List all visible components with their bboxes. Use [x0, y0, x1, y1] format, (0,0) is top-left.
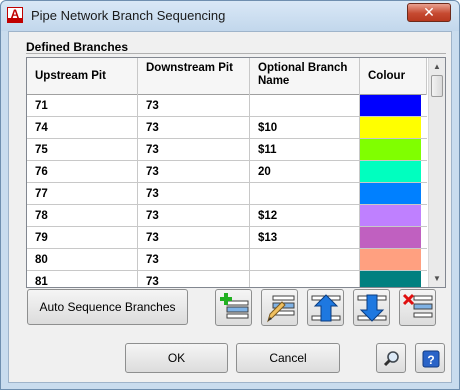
colour-cell[interactable] [360, 205, 421, 227]
downstream-pit-cell[interactable]: 73 [138, 161, 250, 183]
dialog-client-area: Defined Branches Upstream Pit Downstream… [8, 31, 452, 383]
zoom-button[interactable] [376, 343, 406, 373]
column-header-optional-branch-name[interactable]: Optional Branch Name [250, 58, 360, 95]
colour-cell[interactable] [360, 271, 421, 287]
colour-cell[interactable] [360, 139, 421, 161]
downstream-pit-cell[interactable]: 73 [138, 139, 250, 161]
move-up-icon [311, 294, 341, 322]
optional-branch-name-cell[interactable] [250, 183, 360, 205]
optional-branch-name-cell[interactable] [250, 271, 360, 287]
upstream-pit-cell[interactable]: 81 [27, 271, 138, 287]
table-row[interactable]: 76 73 20 [27, 161, 427, 183]
upstream-pit-cell[interactable]: 75 [27, 139, 138, 161]
colour-cell[interactable] [360, 249, 421, 271]
colour-swatch[interactable] [360, 161, 421, 182]
colour-cell[interactable] [360, 183, 421, 205]
add-branch-icon [220, 293, 249, 319]
colour-swatch[interactable] [360, 227, 421, 248]
upstream-pit-cell[interactable]: 79 [27, 227, 138, 249]
colour-swatch[interactable] [360, 139, 421, 160]
move-down-icon [357, 294, 387, 322]
table-row[interactable]: 80 73 [27, 249, 427, 271]
table-row[interactable]: 77 73 [27, 183, 427, 205]
edit-branch-button[interactable] [261, 289, 298, 326]
column-header-colour[interactable]: Colour [360, 58, 427, 95]
colour-swatch[interactable] [360, 271, 421, 287]
delete-branch-button[interactable] [399, 289, 436, 326]
add-branch-button[interactable] [215, 289, 252, 326]
table-body: 71 73 74 73 $10 75 73 $11 76 73 20 77 73… [27, 95, 427, 287]
help-button[interactable]: ? [415, 343, 445, 373]
table-row[interactable]: 75 73 $11 [27, 139, 427, 161]
window-title: Pipe Network Branch Sequencing [31, 8, 226, 23]
app-icon: A [7, 7, 23, 23]
colour-cell[interactable] [360, 117, 421, 139]
table-row[interactable]: 79 73 $13 [27, 227, 427, 249]
group-label: Defined Branches [26, 40, 129, 54]
colour-cell[interactable] [360, 95, 421, 117]
close-button[interactable]: ✕ [407, 3, 451, 22]
colour-cell[interactable] [360, 161, 421, 183]
upstream-pit-cell[interactable]: 80 [27, 249, 138, 271]
optional-branch-name-cell[interactable]: $13 [250, 227, 360, 249]
optional-branch-name-cell[interactable]: $10 [250, 117, 360, 139]
downstream-pit-cell[interactable]: 73 [138, 249, 250, 271]
group-divider [26, 53, 446, 54]
dialog-window: A Pipe Network Branch Sequencing ✕ Defin… [0, 0, 460, 390]
colour-swatch[interactable] [360, 95, 421, 116]
edit-branch-icon [267, 295, 295, 323]
vertical-scrollbar[interactable]: ▲ ▼ [428, 58, 445, 287]
scroll-down-arrow-icon[interactable]: ▼ [429, 270, 445, 287]
branches-table: Upstream Pit Downstream Pit Optional Bra… [26, 57, 446, 288]
colour-swatch[interactable] [360, 205, 421, 226]
zoom-icon [383, 351, 399, 367]
downstream-pit-cell[interactable]: 73 [138, 227, 250, 249]
scroll-up-arrow-icon[interactable]: ▲ [429, 58, 445, 75]
colour-swatch[interactable] [360, 249, 421, 270]
table-header: Upstream Pit Downstream Pit Optional Bra… [27, 58, 427, 95]
help-icon: ? [422, 350, 440, 368]
svg-text:?: ? [427, 353, 434, 367]
move-up-button[interactable] [307, 289, 344, 326]
delete-branch-icon [402, 293, 433, 318]
optional-branch-name-cell[interactable]: $12 [250, 205, 360, 227]
colour-cell[interactable] [360, 227, 421, 249]
upstream-pit-cell[interactable]: 78 [27, 205, 138, 227]
downstream-pit-cell[interactable]: 73 [138, 205, 250, 227]
table-row[interactable]: 71 73 [27, 95, 427, 117]
upstream-pit-cell[interactable]: 76 [27, 161, 138, 183]
move-down-button[interactable] [353, 289, 390, 326]
downstream-pit-cell[interactable]: 73 [138, 271, 250, 287]
optional-branch-name-cell[interactable] [250, 249, 360, 271]
scrollbar-thumb[interactable] [431, 75, 443, 97]
optional-branch-name-cell[interactable]: $11 [250, 139, 360, 161]
table-row[interactable]: 78 73 $12 [27, 205, 427, 227]
downstream-pit-cell[interactable]: 73 [138, 95, 250, 117]
auto-sequence-branches-button[interactable]: Auto Sequence Branches [27, 289, 188, 325]
table-row[interactable]: 74 73 $10 [27, 117, 427, 139]
table-row[interactable]: 81 73 [27, 271, 427, 287]
upstream-pit-cell[interactable]: 74 [27, 117, 138, 139]
title-bar[interactable]: A Pipe Network Branch Sequencing ✕ [1, 1, 459, 31]
ok-button[interactable]: OK [125, 343, 228, 373]
upstream-pit-cell[interactable]: 71 [27, 95, 138, 117]
colour-swatch[interactable] [360, 183, 421, 204]
downstream-pit-cell[interactable]: 73 [138, 183, 250, 205]
optional-branch-name-cell[interactable]: 20 [250, 161, 360, 183]
colour-swatch[interactable] [360, 117, 421, 138]
column-header-upstream-pit[interactable]: Upstream Pit [27, 58, 138, 95]
upstream-pit-cell[interactable]: 77 [27, 183, 138, 205]
optional-branch-name-cell[interactable] [250, 95, 360, 117]
column-header-downstream-pit[interactable]: Downstream Pit [138, 58, 250, 95]
cancel-button[interactable]: Cancel [236, 343, 340, 373]
downstream-pit-cell[interactable]: 73 [138, 117, 250, 139]
